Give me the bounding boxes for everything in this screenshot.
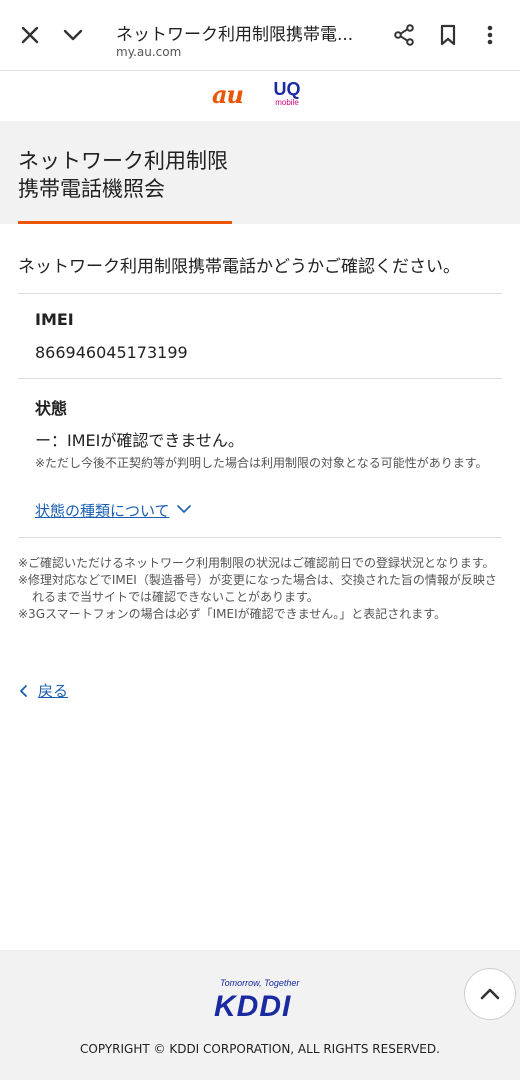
footnote: ※3Gスマートフォンの場合は必ず「IMEIが確認できません。」と表記されます。 (18, 607, 447, 621)
share-icon[interactable] (391, 22, 417, 48)
imei-label: IMEI (35, 310, 74, 329)
status-types-link[interactable]: 状態の種類について (35, 500, 170, 521)
uq-logo-subtext: mobile (275, 98, 299, 107)
au-logo[interactable]: au (212, 80, 244, 109)
back-link[interactable]: 戻る (18, 680, 68, 701)
page-title-line1: ネットワーク利用制限 (18, 149, 228, 173)
browser-page-title: ネットワーク利用制限携帯電... (116, 25, 354, 45)
kddi-tagline: Tomorrow, Together (220, 978, 300, 988)
divider (18, 378, 502, 379)
uq-mobile-logo[interactable]: UQ mobile (272, 80, 302, 108)
status-label: 状態 (35, 399, 68, 418)
scroll-to-top-button[interactable] (464, 968, 516, 1020)
footnotes: ※ご確認いただけるネットワーク利用制限の状況はご確認前日での登録状況となります。… (18, 555, 502, 623)
back-link-label: 戻る (38, 682, 69, 700)
page-title-line2: 携帯電話機照会 (18, 177, 165, 201)
bookmark-icon[interactable] (435, 22, 461, 48)
browser-url: my.au.com (116, 45, 182, 59)
title-underline (18, 221, 232, 224)
footnote: ※ご確認いただけるネットワーク利用制限の状況はご確認前日での登録状況となります。 (18, 556, 495, 570)
more-vert-icon[interactable] (477, 22, 503, 48)
kddi-logo[interactable]: KDDI (214, 990, 291, 1024)
status-value: ー：IMEIが確認できません。 (35, 431, 244, 450)
browser-toolbar: ネットワーク利用制限携帯電... my.au.com (0, 0, 520, 71)
page-title: ネットワーク利用制限 携帯電話機照会 (18, 147, 228, 203)
divider (18, 293, 502, 294)
imei-value: 866946045173199 (35, 343, 188, 362)
copyright: COPYRIGHT © KDDI CORPORATION, ALL RIGHTS… (80, 1042, 440, 1056)
chevron-down-icon[interactable] (60, 22, 86, 48)
uq-logo-text: UQ (273, 79, 301, 99)
close-icon[interactable] (17, 22, 43, 48)
status-note: ※ただし今後不正契約等が判明した場合は利用制限の対象となる可能性があります。 (35, 456, 488, 470)
chevron-up-icon (480, 988, 500, 1000)
page-header: ネットワーク利用制限 携帯電話機照会 (0, 121, 520, 224)
chevron-down-icon[interactable] (176, 501, 192, 520)
divider (18, 537, 502, 538)
brand-strip (0, 71, 520, 121)
chevron-left-icon (20, 684, 27, 697)
intro-text: ネットワーク利用制限携帯電話かどうかご確認ください。 (18, 257, 460, 277)
footnote: ※修理対応などでIMEI（製造番号）が変更になった場合は、交換された旨の情報が反… (18, 573, 497, 604)
